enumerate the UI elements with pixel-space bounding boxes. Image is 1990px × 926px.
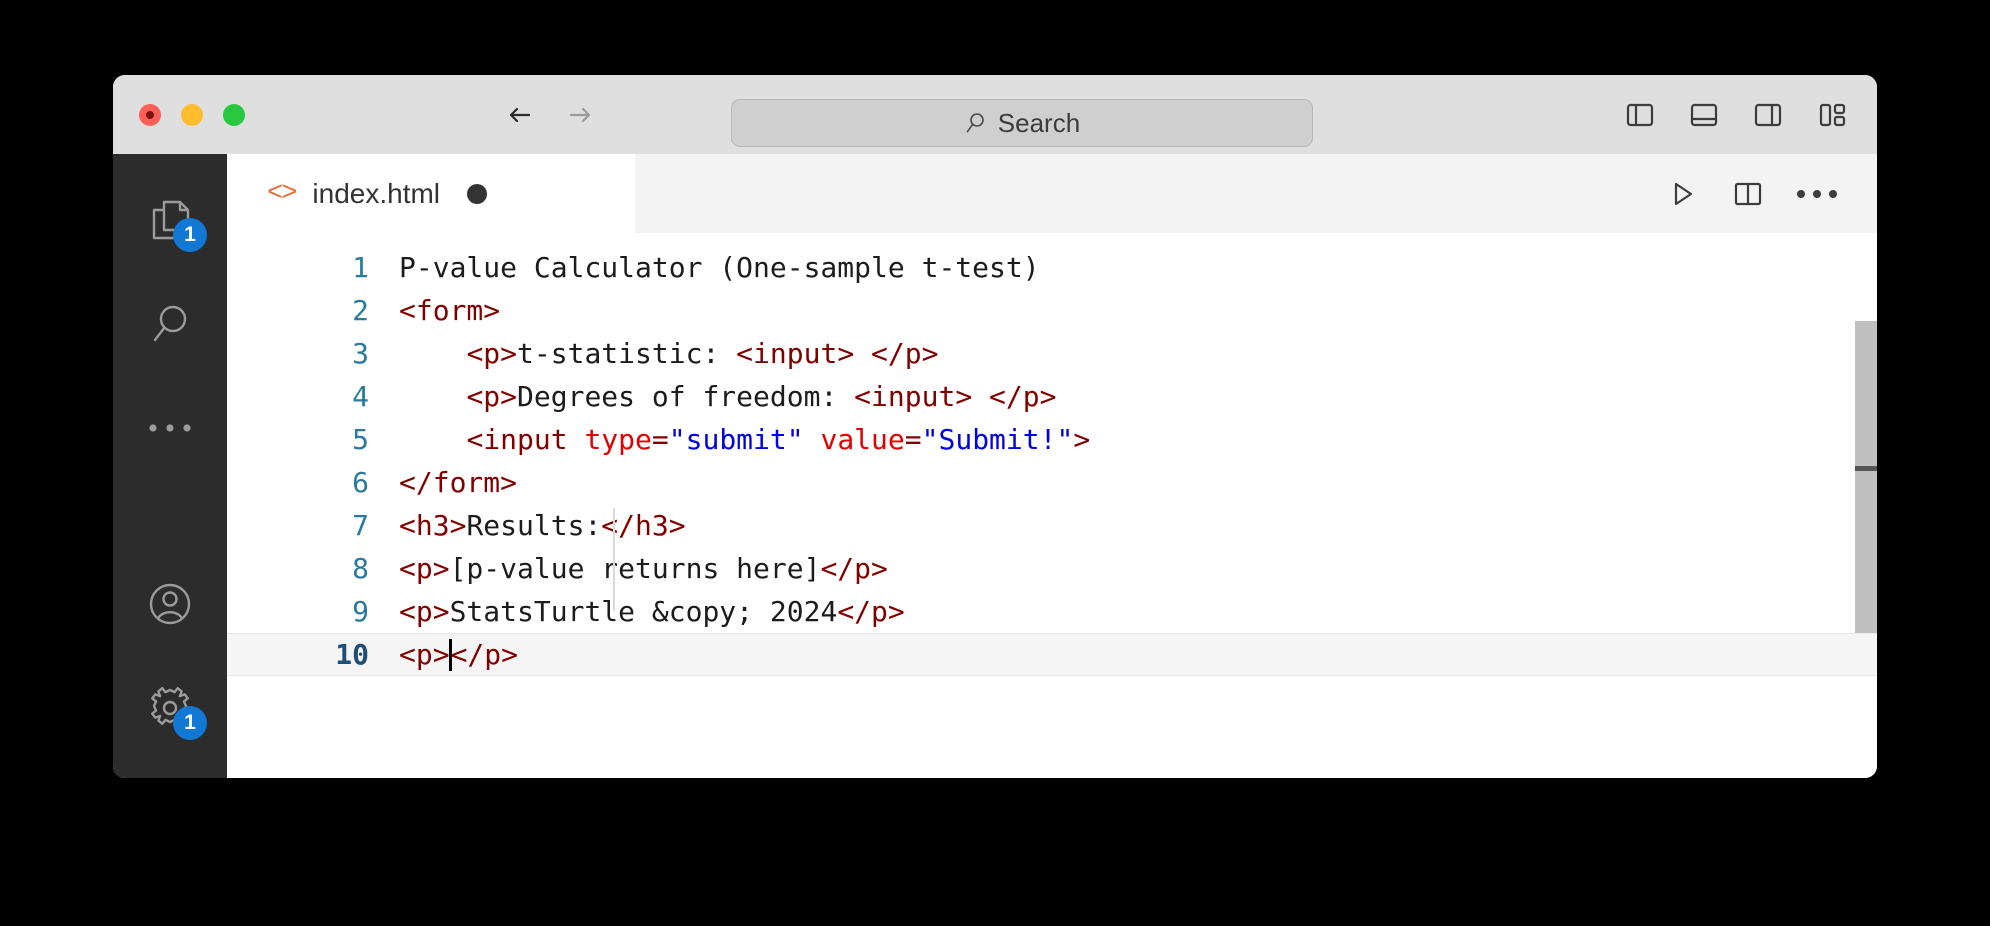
code-line[interactable]: 1 P-value Calculator (One-sample t-test) xyxy=(227,246,1877,289)
line-number: 4 xyxy=(352,380,369,413)
search-input[interactable]: Search xyxy=(731,99,1313,147)
line-content: <p>StatsTurtle &copy; 2024</p> xyxy=(399,595,905,628)
close-window-button[interactable] xyxy=(139,103,161,126)
code-line[interactable]: 4 <p>Degrees of freedom: <input> </p> xyxy=(227,375,1877,418)
line-content: <p></p> xyxy=(399,638,519,671)
code-line[interactable]: 3 <p>t-statistic: <input> </p> xyxy=(227,332,1877,375)
line-number: 9 xyxy=(352,595,369,628)
unsaved-indicator-icon[interactable] xyxy=(467,183,488,204)
code-line[interactable]: 2 <form> xyxy=(227,289,1877,332)
line-content: <form> xyxy=(399,294,501,327)
sidebar-item-search[interactable] xyxy=(113,272,227,376)
explorer-badge: 1 xyxy=(173,218,207,252)
editor-actions xyxy=(1665,177,1877,211)
sidebar-item-settings[interactable]: 1 xyxy=(113,656,227,760)
settings-badge: 1 xyxy=(173,706,207,740)
line-content: <p>[p-value returns here]</p> xyxy=(399,552,888,585)
indent-guide xyxy=(613,508,615,611)
ellipsis-icon[interactable] xyxy=(1797,189,1837,198)
line-number: 5 xyxy=(352,423,369,456)
back-arrow-icon[interactable] xyxy=(503,98,537,132)
code-line[interactable]: 8 <p>[p-value returns here]</p> xyxy=(227,547,1877,590)
tab-index-html[interactable]: <> index.html xyxy=(227,154,635,233)
line-number: 6 xyxy=(352,466,369,499)
editor-scrollbar[interactable] xyxy=(1855,233,1877,778)
scrollbar-thumb[interactable] xyxy=(1855,321,1877,633)
search-placeholder: Search xyxy=(997,107,1081,138)
line-number: 1 xyxy=(352,251,369,284)
line-number: 7 xyxy=(352,509,369,542)
zoom-window-button[interactable] xyxy=(223,103,245,126)
forward-arrow-icon[interactable] xyxy=(563,98,597,132)
line-content: P-value Calculator (One-sample t-test) xyxy=(399,251,1040,284)
code-line[interactable]: 5 <input type="submit" value="Submit!"> xyxy=(227,418,1877,461)
sidebar-item-explorer[interactable]: 1 xyxy=(113,168,227,272)
split-editor-icon[interactable] xyxy=(1731,177,1765,211)
ellipsis-icon xyxy=(144,420,196,436)
html-code-icon: <> xyxy=(267,178,297,209)
sidebar-item-more-views[interactable] xyxy=(113,376,227,480)
line-number: 8 xyxy=(352,552,369,585)
line-number: 3 xyxy=(352,337,369,370)
tab-bar: <> index.html xyxy=(227,154,1877,233)
line-number: 10 xyxy=(335,638,369,671)
layout-buttons xyxy=(1623,75,1849,154)
code-line-active[interactable]: 10 <p></p> xyxy=(227,633,1877,676)
line-content: </form> xyxy=(399,466,518,499)
line-content: <input type="submit" value="Submit!"> xyxy=(466,423,1091,456)
line-content: <h3>Results:</h3> xyxy=(399,509,686,542)
play-icon[interactable] xyxy=(1665,177,1699,211)
code-line[interactable]: 6 </form> xyxy=(227,461,1877,504)
panel-right-icon[interactable] xyxy=(1751,98,1785,132)
title-bar: Search xyxy=(113,75,1877,154)
activity-bar: 1 1 xyxy=(113,154,227,778)
minimize-window-button[interactable] xyxy=(181,103,203,126)
search-icon xyxy=(144,298,196,350)
code-line[interactable]: 9 <p>StatsTurtle &copy; 2024</p> xyxy=(227,590,1877,633)
code-lines: 1 P-value Calculator (One-sample t-test)… xyxy=(227,233,1877,676)
line-content: <p>t-statistic: <input> </p> xyxy=(466,337,939,370)
sidebar-item-accounts[interactable] xyxy=(113,552,227,656)
line-content: <p>Degrees of freedom: <input> </p> xyxy=(466,380,1057,413)
account-icon xyxy=(144,578,196,630)
line-number: 2 xyxy=(352,294,369,327)
code-line[interactable]: 7 <h3>Results:</h3> xyxy=(227,504,1877,547)
search-icon xyxy=(964,111,988,135)
panel-bottom-icon[interactable] xyxy=(1687,98,1721,132)
layout-grid-icon[interactable] xyxy=(1815,98,1849,132)
navigation-buttons xyxy=(503,98,597,132)
editor-window: Search 1 1 <> index.html 1 P-value Calcu… xyxy=(113,75,1877,778)
code-editor[interactable]: 1 P-value Calculator (One-sample t-test)… xyxy=(227,233,1877,778)
scrollbar-mark xyxy=(1855,466,1877,471)
tab-label: index.html xyxy=(312,177,441,209)
traffic-lights xyxy=(139,103,245,126)
panel-left-icon[interactable] xyxy=(1623,98,1657,132)
